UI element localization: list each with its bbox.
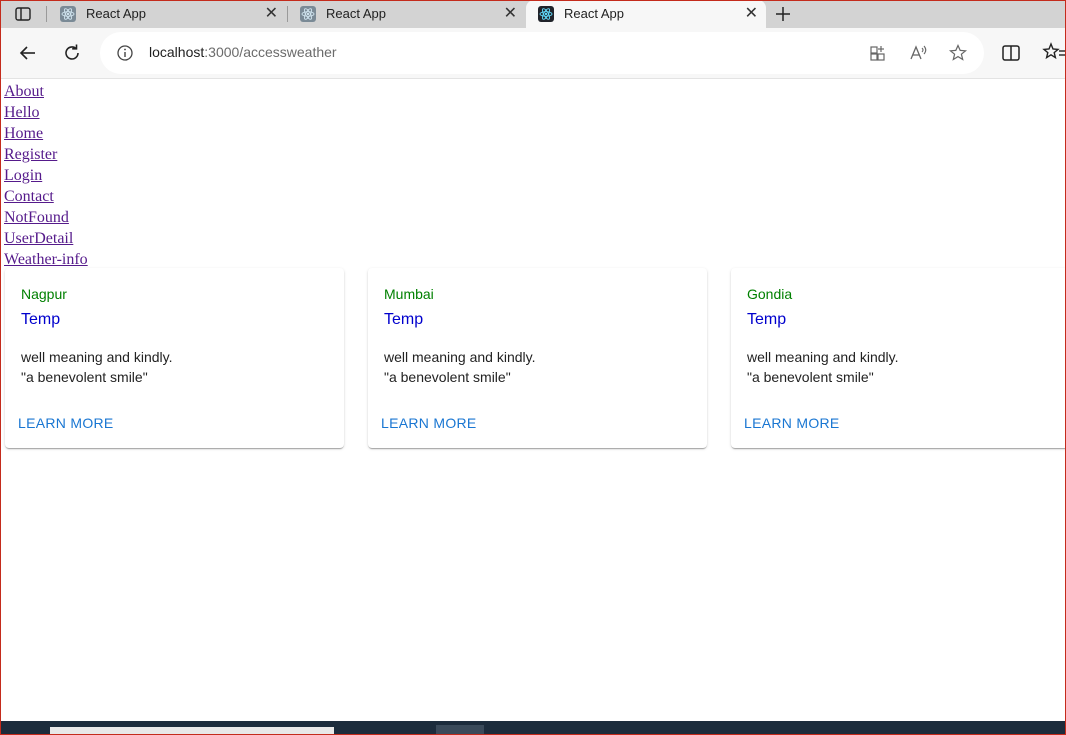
tab-2[interactable]: React App ✕ [288,0,525,28]
card-description-line: well meaning and kindly. [747,349,899,365]
nav-link-about[interactable]: About [4,81,88,102]
weather-card: Gondia Temp well meaning and kindly. "a … [731,268,1066,448]
back-icon[interactable] [16,41,40,65]
nav-link-register[interactable]: Register [4,144,88,165]
weather-card: Nagpur Temp well meaning and kindly. "a … [5,268,344,448]
taskbar-window-thumbnail[interactable] [50,727,334,735]
read-aloud-icon[interactable] [908,43,928,63]
tab-title: React App [326,6,386,21]
card-city: Gondia [747,286,793,302]
tab-3-active[interactable]: React App ✕ [526,0,766,28]
close-tab-icon[interactable]: ✕ [265,6,278,22]
url-text[interactable]: localhost:3000/accessweather [149,44,337,60]
react-favicon-icon [60,6,76,22]
plus-icon[interactable] [773,4,793,24]
tab-title: React App [86,6,146,21]
info-icon[interactable] [116,44,134,62]
card-description: well meaning and kindly. "a benevolent s… [384,347,536,387]
card-description-line: well meaning and kindly. [384,349,536,365]
browser-toolbar: localhost:3000/accessweather [0,28,1066,79]
url-host: localhost [149,44,205,60]
card-city: Mumbai [384,286,434,302]
taskbar [0,721,1066,735]
card-description-line: "a benevolent smile" [384,369,511,385]
card-temp: Temp [384,311,424,328]
split-screen-icon[interactable] [999,41,1023,65]
nav-link-login[interactable]: Login [4,165,88,186]
taskbar-item[interactable] [436,725,484,735]
nav-link-userdetail[interactable]: UserDetail [4,228,88,249]
address-bar[interactable]: localhost:3000/accessweather [100,32,984,74]
learn-more-button[interactable]: LEARN MORE [18,415,114,431]
favorites-icon[interactable] [1042,41,1066,65]
close-tab-icon[interactable]: ✕ [745,6,758,22]
learn-more-button[interactable]: LEARN MORE [381,415,477,431]
tab-actions-icon[interactable] [14,5,32,23]
favorite-star-icon[interactable] [948,43,968,63]
tab-separator [46,6,47,22]
card-temp: Temp [21,311,61,328]
page-content: About Hello Home Register Login Contact … [1,79,1066,721]
card-description: well meaning and kindly. "a benevolent s… [747,347,899,387]
card-description-line: well meaning and kindly. [21,349,173,365]
close-tab-icon[interactable]: ✕ [504,6,517,22]
nav-link-home[interactable]: Home [4,123,88,144]
learn-more-button[interactable]: LEARN MORE [744,415,840,431]
card-temp: Temp [747,311,787,328]
react-favicon-icon [538,6,554,22]
react-favicon-icon [300,6,316,22]
nav-link-contact[interactable]: Contact [4,186,88,207]
tab-strip: React App ✕ React App ✕ React App ✕ [0,0,1066,28]
apps-icon[interactable] [868,43,888,63]
card-city: Nagpur [21,286,67,302]
tab-title: React App [564,6,624,21]
card-description-line: "a benevolent smile" [747,369,874,385]
url-path: :3000/accessweather [204,44,337,60]
weather-card: Mumbai Temp well meaning and kindly. "a … [368,268,707,448]
card-description-line: "a benevolent smile" [21,369,148,385]
card-description: well meaning and kindly. "a benevolent s… [21,347,173,387]
nav-links: About Hello Home Register Login Contact … [4,81,88,270]
nav-link-notfound[interactable]: NotFound [4,207,88,228]
nav-link-weather-info[interactable]: Weather-info [4,249,88,270]
nav-link-hello[interactable]: Hello [4,102,88,123]
reload-icon[interactable] [60,41,84,65]
tab-1[interactable]: React App ✕ [48,0,286,28]
